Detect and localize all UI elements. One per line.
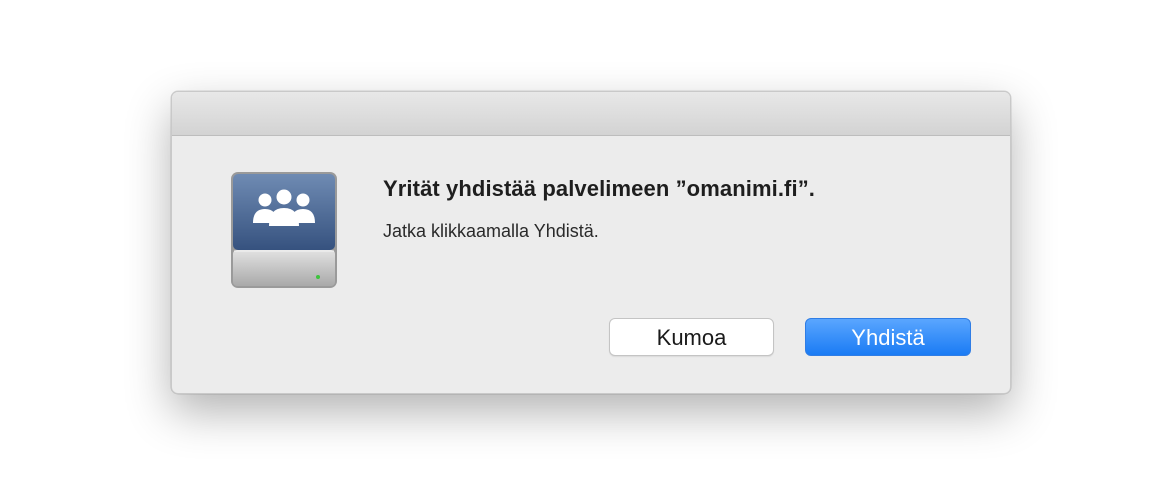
dialog-message: Jatka klikkaamalla Yhdistä.: [383, 221, 599, 241]
cancel-button[interactable]: Kumoa: [609, 318, 774, 356]
dialog-titlebar: [172, 92, 1010, 136]
dialog-title: Yrität yhdistää palvelimeen ”omanimi.fi”…: [383, 176, 816, 201]
connect-button[interactable]: Yhdistä: [805, 318, 971, 356]
shared-server-drive-icon: [229, 170, 339, 292]
connect-server-dialog: Yrität yhdistää palvelimeen ”omanimi.fi”…: [171, 91, 1011, 394]
desktop-background: Yrität yhdistää palvelimeen ”omanimi.fi”…: [0, 0, 1162, 498]
